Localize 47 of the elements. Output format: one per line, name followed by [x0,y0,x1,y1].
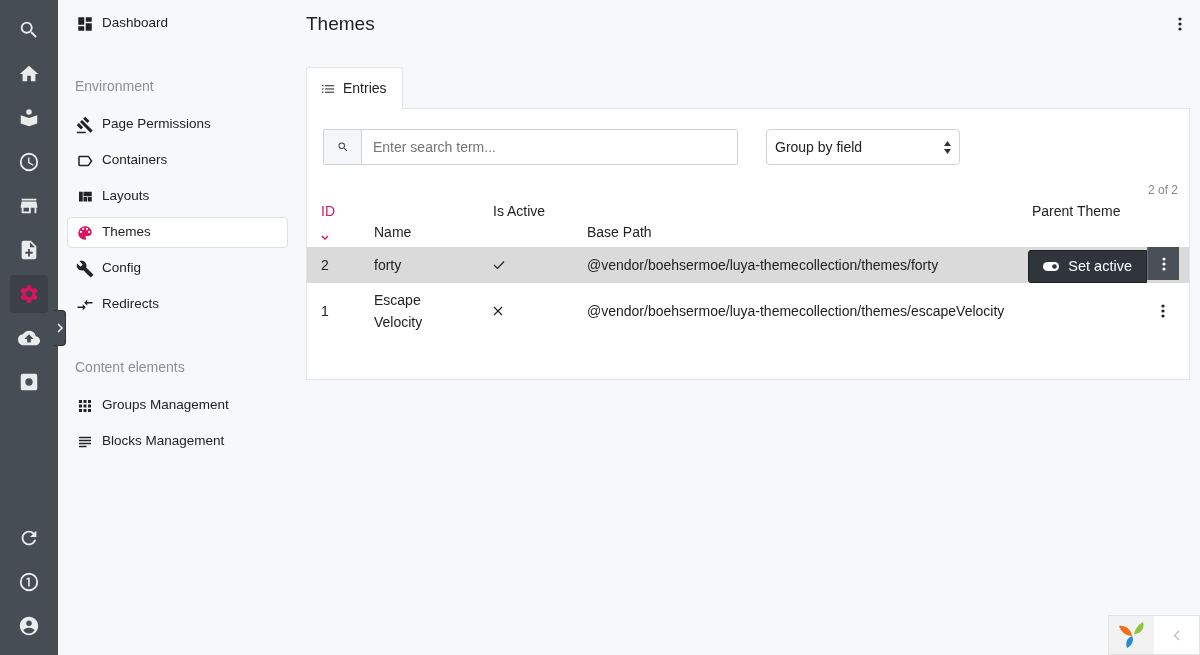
sidebar-item[interactable]: Dashboard [67,8,288,39]
name-cell-text: Escape Velocity [374,290,424,332]
sidebar-item[interactable]: Blocks Management [67,426,288,457]
search-field[interactable]: Enter search term... [323,129,738,165]
logo-icon [1117,620,1146,650]
column-header[interactable]: Parent Theme [1032,201,1157,222]
dashboard-icon [76,14,94,33]
sidebar-item[interactable]: Layouts [67,181,288,212]
toggle-icon [1043,261,1060,271]
column-header[interactable]: Is Active [493,201,567,222]
sidebar-item[interactable]: Themes [67,217,288,248]
column-header[interactable]: ID [321,201,354,222]
sidebar-label: Layouts [102,187,150,206]
name-cell-text: forty [374,255,402,275]
group-by-select[interactable]: Group by field [766,129,960,165]
section-heading: Environment [75,77,154,96]
column-header[interactable]: Base Path [587,222,1012,243]
sidebar-label: Page Permissions [102,115,211,134]
sidebar-item[interactable]: Redirects [67,289,288,320]
sidebar-label: Themes [102,223,151,242]
expand-chevron-icon[interactable] [54,310,66,346]
sidebar-item[interactable]: Containers [67,145,288,176]
wrench-icon [76,259,94,278]
palette-icon [76,223,94,242]
id-cell: 2 [321,256,329,273]
path-cell: @vendor/boehsermoe/luya-themecollection/themes/forty [587,256,939,273]
sort-arrows-icon [944,140,951,154]
sidebar-item[interactable]: Page Permissions [67,109,288,140]
sidebar-label: Groups Management [102,396,229,415]
sidebar-item[interactable]: Config [67,253,288,284]
sidebar-label: Config [102,259,142,278]
id-cell: 1 [321,302,329,319]
section-heading: Content elements [75,358,185,377]
tab[interactable]: Entries [306,67,403,109]
list-icon [322,82,334,95]
result-count: 2 of 2 [1147,183,1178,197]
column-header[interactable]: Name [374,222,473,243]
sidebar-label: Redirects [102,295,160,314]
sidebar-item[interactable]: Groups Management [67,390,288,421]
set-active-button[interactable]: Set active [1028,249,1147,283]
search-icon [336,141,349,153]
sidebar-label: Containers [102,151,168,170]
sidebar-label: Dashboard [102,14,169,33]
gavel-icon [76,115,94,134]
page-title: Themes [306,13,375,36]
path-cell: @vendor/boehsermoe/luya-themecollection/themes/escapeVelocity [587,302,1005,319]
sidebar-label: Blocks Management [102,432,225,451]
